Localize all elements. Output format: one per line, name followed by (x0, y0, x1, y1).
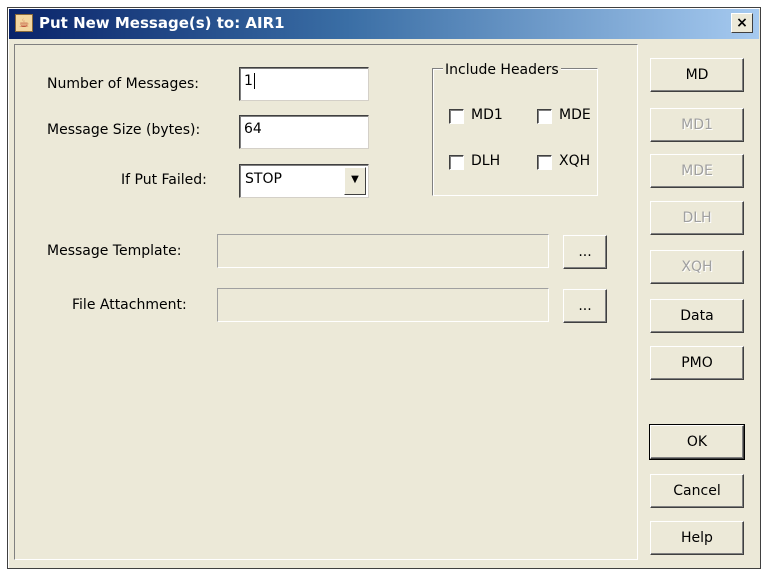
xqh-checkbox[interactable] (537, 155, 552, 170)
msg-size-input[interactable]: 64 (239, 115, 369, 149)
mde-checkbox[interactable] (537, 109, 552, 124)
md1-button[interactable]: MD1 (650, 108, 744, 142)
attachment-label: File Attachment: (72, 297, 187, 313)
close-button[interactable]: × (731, 13, 753, 33)
xqh-checkbox-label[interactable]: XQH (559, 153, 590, 169)
msg-size-value: 64 (244, 121, 262, 137)
md-button[interactable]: MD (650, 58, 744, 92)
title-bar[interactable]: ☕ Put New Message(s) to: AIR1 × (9, 9, 759, 39)
mde-button[interactable]: MDE (650, 154, 744, 188)
ok-button[interactable]: OK (649, 424, 745, 460)
template-browse-button[interactable]: ... (563, 235, 607, 269)
dlh-checkbox-label[interactable]: DLH (471, 153, 500, 169)
chevron-down-icon[interactable]: ▼ (344, 167, 366, 195)
dlh-button[interactable]: DLH (650, 201, 744, 235)
attachment-browse-button[interactable]: ... (563, 289, 607, 323)
text-caret (253, 73, 255, 89)
data-button[interactable]: Data (650, 299, 744, 333)
md1-checkbox-label[interactable]: MD1 (471, 107, 503, 123)
num-messages-value: 1 (244, 73, 253, 89)
include-headers-title: Include Headers (443, 62, 561, 78)
attachment-input (217, 288, 549, 322)
help-button[interactable]: Help (650, 521, 744, 555)
window-title: Put New Message(s) to: AIR1 (39, 14, 285, 32)
put-failed-select[interactable]: STOP ▼ (239, 164, 369, 198)
java-cup-icon: ☕ (15, 14, 33, 32)
xqh-button[interactable]: XQH (650, 250, 744, 284)
md1-checkbox[interactable] (449, 109, 464, 124)
template-label: Message Template: (47, 243, 182, 259)
num-messages-input[interactable]: 1 (239, 67, 369, 101)
include-headers-group (432, 68, 598, 196)
template-input (217, 234, 549, 268)
msg-size-label: Message Size (bytes): (47, 122, 201, 138)
num-messages-label: Number of Messages: (47, 76, 200, 92)
mde-checkbox-label[interactable]: MDE (559, 107, 591, 123)
pmo-button[interactable]: PMO (650, 346, 744, 380)
cancel-button[interactable]: Cancel (650, 474, 744, 508)
put-failed-value: STOP (245, 171, 282, 187)
dlh-checkbox[interactable] (449, 155, 464, 170)
put-failed-label: If Put Failed: (121, 172, 207, 188)
